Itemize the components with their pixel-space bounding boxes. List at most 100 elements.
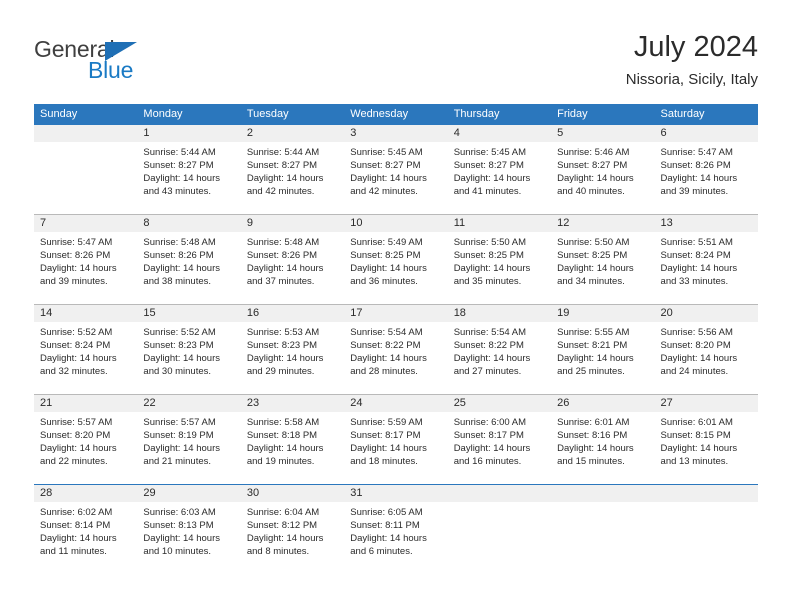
day-number-band: 14 15 16 17 18 19 20 (34, 305, 758, 322)
sunset-text: Sunset: 8:25 PM (453, 250, 524, 261)
weekday-header-friday: Friday (557, 108, 588, 120)
day-cell[interactable]: Sunrise: 5:59 AM Sunset: 8:17 PM Dayligh… (344, 412, 447, 484)
day-cell[interactable]: Sunrise: 5:45 AM Sunset: 8:27 PM Dayligh… (448, 142, 551, 214)
sunrise-text: Sunrise: 5:45 AM (350, 147, 423, 158)
day-number[interactable]: 21 (34, 395, 137, 412)
week-row: 28 29 30 31 Sunrise: 6:02 AM Sunset: 8:1… (34, 485, 758, 574)
sunrise-text: Sunrise: 6:04 AM (246, 507, 320, 518)
day-number[interactable]: 12 (551, 215, 654, 232)
day-cell[interactable]: Sunrise: 5:44 AM Sunset: 8:27 PM Dayligh… (241, 142, 344, 214)
sunset-text: Sunset: 8:27 PM (350, 160, 421, 171)
day-number[interactable]: 7 (34, 215, 137, 232)
day-cell[interactable]: Sunrise: 5:45 AM Sunset: 8:27 PM Dayligh… (344, 142, 447, 214)
day-cell[interactable] (551, 502, 654, 574)
day-cell[interactable]: Sunrise: 5:56 AM Sunset: 8:20 PM Dayligh… (655, 322, 758, 394)
weekday-header-saturday: Saturday (660, 108, 705, 120)
sunrise-text: Sunrise: 6:05 AM (350, 507, 423, 518)
day-number[interactable]: 4 (448, 125, 551, 142)
sunrise-text: Sunrise: 6:00 AM (453, 417, 527, 428)
day-number[interactable]: 6 (655, 125, 758, 142)
day-cell[interactable]: Sunrise: 5:47 AM Sunset: 8:26 PM Dayligh… (655, 142, 758, 214)
day-cell[interactable]: Sunrise: 6:02 AM Sunset: 8:14 PM Dayligh… (34, 502, 137, 574)
day-number[interactable]: 25 (448, 395, 551, 412)
day-cell[interactable]: Sunrise: 6:03 AM Sunset: 8:13 PM Dayligh… (137, 502, 240, 574)
day-number[interactable]: 28 (34, 485, 137, 502)
day-number[interactable] (655, 485, 758, 502)
day-cell[interactable]: Sunrise: 5:57 AM Sunset: 8:19 PM Dayligh… (137, 412, 240, 484)
day-number[interactable]: 31 (344, 485, 447, 502)
day-number[interactable]: 11 (448, 215, 551, 232)
day-cell[interactable]: Sunrise: 5:51 AM Sunset: 8:24 PM Dayligh… (655, 232, 758, 304)
day-number[interactable]: 29 (137, 485, 240, 502)
daylight-text-line2: and 37 minutes. (246, 276, 315, 287)
day-number[interactable]: 17 (344, 305, 447, 322)
day-number[interactable]: 14 (34, 305, 137, 322)
day-cell[interactable]: Sunrise: 5:48 AM Sunset: 8:26 PM Dayligh… (137, 232, 240, 304)
day-cell[interactable] (34, 142, 137, 214)
sunset-text: Sunset: 8:23 PM (246, 340, 318, 351)
day-cell[interactable]: Sunrise: 5:48 AM Sunset: 8:26 PM Dayligh… (241, 232, 344, 304)
day-number[interactable] (448, 485, 551, 502)
daylight-text-line2: and 33 minutes. (660, 276, 729, 287)
day-cell[interactable]: Sunrise: 5:58 AM Sunset: 8:18 PM Dayligh… (241, 412, 344, 484)
day-cell[interactable]: Sunrise: 5:55 AM Sunset: 8:21 PM Dayligh… (551, 322, 654, 394)
daylight-text-line1: Daylight: 14 hours (350, 533, 427, 544)
day-cell[interactable]: Sunrise: 5:54 AM Sunset: 8:22 PM Dayligh… (344, 322, 447, 394)
sunset-text: Sunset: 8:18 PM (246, 430, 318, 441)
day-number[interactable]: 1 (137, 125, 240, 142)
day-cell[interactable]: Sunrise: 5:49 AM Sunset: 8:25 PM Dayligh… (344, 232, 447, 304)
day-cell[interactable]: Sunrise: 5:44 AM Sunset: 8:27 PM Dayligh… (137, 142, 240, 214)
day-number[interactable]: 23 (241, 395, 344, 412)
brand-logo[interactable]: General Blue (34, 36, 294, 92)
day-number[interactable] (34, 125, 137, 142)
daylight-text-line2: and 42 minutes. (246, 186, 315, 197)
day-number[interactable]: 26 (551, 395, 654, 412)
daylight-text-line1: Daylight: 14 hours (143, 263, 220, 274)
day-cell[interactable]: Sunrise: 5:50 AM Sunset: 8:25 PM Dayligh… (448, 232, 551, 304)
day-number[interactable]: 16 (241, 305, 344, 322)
day-cell[interactable]: Sunrise: 6:00 AM Sunset: 8:17 PM Dayligh… (448, 412, 551, 484)
day-number[interactable]: 24 (344, 395, 447, 412)
day-cell[interactable]: Sunrise: 5:54 AM Sunset: 8:22 PM Dayligh… (448, 322, 551, 394)
day-number[interactable]: 10 (344, 215, 447, 232)
day-cell[interactable]: Sunrise: 6:01 AM Sunset: 8:16 PM Dayligh… (551, 412, 654, 484)
day-cell[interactable]: Sunrise: 5:52 AM Sunset: 8:24 PM Dayligh… (34, 322, 137, 394)
day-cell[interactable]: Sunrise: 6:04 AM Sunset: 8:12 PM Dayligh… (241, 502, 344, 574)
sunrise-text: Sunrise: 5:57 AM (40, 417, 113, 428)
day-cell[interactable]: Sunrise: 5:47 AM Sunset: 8:26 PM Dayligh… (34, 232, 137, 304)
day-cell[interactable]: Sunrise: 6:05 AM Sunset: 8:11 PM Dayligh… (344, 502, 447, 574)
sunset-text: Sunset: 8:15 PM (660, 430, 731, 441)
daylight-text-line1: Daylight: 14 hours (143, 173, 220, 184)
day-number[interactable]: 30 (241, 485, 344, 502)
day-cell[interactable]: Sunrise: 5:52 AM Sunset: 8:23 PM Dayligh… (137, 322, 240, 394)
sunrise-text: Sunrise: 5:54 AM (453, 327, 527, 338)
day-number[interactable]: 13 (655, 215, 758, 232)
day-details-row: Sunrise: 5:47 AM Sunset: 8:26 PM Dayligh… (34, 232, 758, 304)
day-cell[interactable]: Sunrise: 5:50 AM Sunset: 8:25 PM Dayligh… (551, 232, 654, 304)
day-cell[interactable] (655, 502, 758, 574)
day-cell[interactable]: Sunrise: 5:53 AM Sunset: 8:23 PM Dayligh… (241, 322, 344, 394)
day-cell[interactable]: Sunrise: 5:46 AM Sunset: 8:27 PM Dayligh… (551, 142, 654, 214)
day-number[interactable]: 3 (344, 125, 447, 142)
day-number[interactable]: 20 (655, 305, 758, 322)
sunrise-text: Sunrise: 5:52 AM (40, 327, 113, 338)
day-cell[interactable] (448, 502, 551, 574)
day-number[interactable]: 8 (137, 215, 240, 232)
day-number[interactable]: 22 (137, 395, 240, 412)
day-cell[interactable]: Sunrise: 6:01 AM Sunset: 8:15 PM Dayligh… (655, 412, 758, 484)
day-details-row: Sunrise: 6:02 AM Sunset: 8:14 PM Dayligh… (34, 502, 758, 574)
day-number[interactable]: 5 (551, 125, 654, 142)
day-number[interactable]: 15 (137, 305, 240, 322)
day-cell[interactable]: Sunrise: 5:57 AM Sunset: 8:20 PM Dayligh… (34, 412, 137, 484)
day-number[interactable]: 19 (551, 305, 654, 322)
day-number[interactable]: 27 (655, 395, 758, 412)
day-number[interactable] (551, 485, 654, 502)
daylight-text-line1: Daylight: 14 hours (246, 353, 324, 364)
daylight-text-line2: and 21 minutes. (143, 456, 212, 467)
day-number[interactable]: 9 (241, 215, 344, 232)
day-details-row: Sunrise: 5:44 AM Sunset: 8:27 PM Dayligh… (34, 142, 758, 214)
day-number[interactable]: 2 (241, 125, 344, 142)
daylight-text-line2: and 41 minutes. (453, 186, 522, 197)
page-title: July 2024 (633, 31, 758, 63)
day-number[interactable]: 18 (448, 305, 551, 322)
